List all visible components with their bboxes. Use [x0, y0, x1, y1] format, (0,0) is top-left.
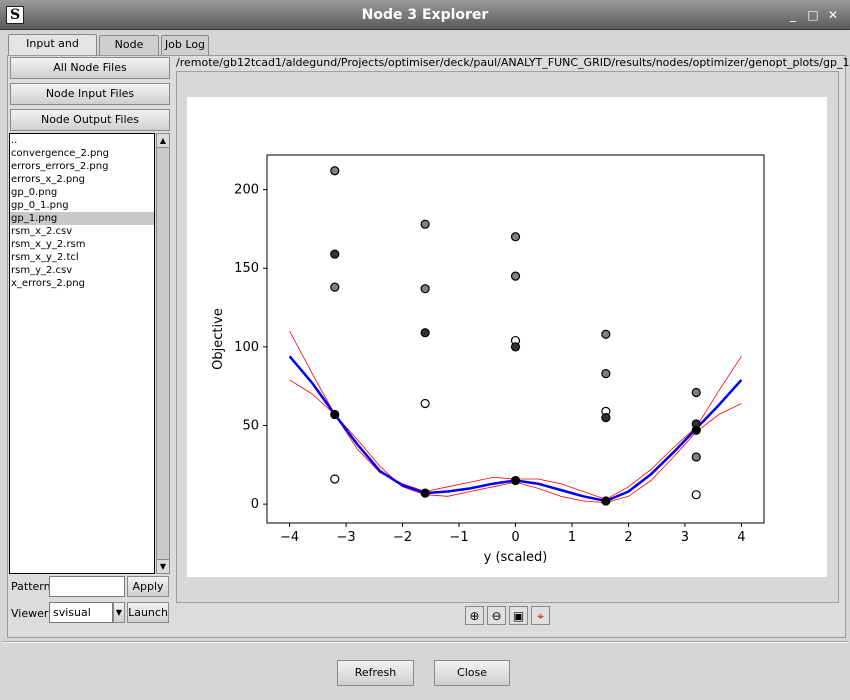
viewer-select[interactable]: svisual: [49, 602, 113, 623]
close-button[interactable]: Close: [434, 660, 510, 686]
window-title: Node 3 Explorer: [361, 7, 489, 23]
y-tick-label: 50: [242, 418, 259, 433]
minimize-icon[interactable]: _: [785, 7, 801, 23]
list-item[interactable]: errors_x_2.png: [10, 173, 154, 186]
zoom-reset-icon[interactable]: ⌖: [531, 606, 550, 625]
all-node-files-button[interactable]: All Node Files: [10, 57, 170, 79]
scroll-down-icon[interactable]: ▼: [157, 559, 169, 573]
tab-input-and-output[interactable]: Input and Output: [8, 34, 97, 68]
data-point: [691, 425, 701, 435]
zoom-out-icon[interactable]: ⊖: [487, 606, 506, 625]
apply-button[interactable]: Apply: [127, 576, 169, 597]
data-point: [330, 474, 340, 484]
data-point: [601, 329, 611, 339]
list-item[interactable]: gp_0.png: [10, 186, 154, 199]
launch-button[interactable]: Launch: [127, 602, 169, 623]
upper-bound-line: [289, 330, 742, 500]
zoom-in-icon[interactable]: ⊕: [465, 606, 484, 625]
data-point: [601, 496, 611, 506]
pattern-input[interactable]: [49, 576, 125, 597]
chevron-down-icon[interactable]: ▼: [113, 602, 125, 623]
data-point: [601, 368, 611, 379]
separator: [2, 641, 848, 643]
list-item[interactable]: x_errors_2.png: [10, 277, 154, 290]
list-item-selected[interactable]: gp_1.png: [10, 212, 154, 225]
x-tick-label: 2: [624, 530, 632, 545]
data-point: [510, 342, 521, 352]
y-tick-label: 0: [251, 497, 259, 512]
data-point: [330, 409, 340, 420]
chart: −4 −3 −2 −1 0 1 2 3 4 0 50 100 150 200 y (scaled) Objec…: [211, 154, 765, 565]
node-input-files-button[interactable]: Node Input Files: [10, 83, 170, 105]
data-point: [420, 328, 430, 338]
refresh-button[interactable]: Refresh: [337, 660, 414, 686]
y-axis-label: Objective: [211, 308, 226, 370]
list-item[interactable]: convergence_2.png: [10, 147, 154, 160]
file-list-scrollbar[interactable]: ▲ ▼: [156, 133, 170, 574]
data-point: [330, 249, 340, 259]
data-point: [330, 282, 340, 292]
data-point: [691, 490, 701, 500]
list-item[interactable]: gp_0_1.png: [10, 199, 154, 212]
x-tick-label: 0: [511, 530, 519, 545]
node-output-files-button[interactable]: Node Output Files: [10, 109, 170, 131]
viewer-label: Viewer: [11, 607, 49, 620]
x-tick-label: 4: [737, 530, 745, 545]
close-icon[interactable]: ✕: [825, 7, 841, 23]
file-path-label: /remote/gb12tcad1/aldegund/Projects/opti…: [176, 56, 850, 69]
data-point: [420, 488, 430, 498]
data-point: [510, 232, 521, 242]
x-tick-label: −3: [336, 530, 355, 545]
x-tick-label: 3: [681, 530, 689, 545]
tab-job-log[interactable]: Job Log: [161, 35, 209, 55]
data-point: [601, 413, 611, 423]
plot-image: −4 −3 −2 −1 0 1 2 3 4 0 50 100 150 200 y (scaled) Objec…: [187, 97, 827, 577]
data-point: [420, 398, 430, 409]
list-item[interactable]: rsm_x_y_2.rsm: [10, 238, 154, 251]
data-point: [420, 284, 430, 294]
x-axis-label: y (scaled): [484, 550, 548, 565]
y-tick-label: 200: [234, 183, 259, 198]
data-point: [510, 475, 521, 486]
scroll-up-icon[interactable]: ▲: [157, 134, 169, 148]
list-item[interactable]: rsm_y_2.csv: [10, 264, 154, 277]
list-item[interactable]: ..: [10, 134, 154, 147]
list-item[interactable]: rsm_x_2.csv: [10, 225, 154, 238]
data-point: [691, 387, 701, 398]
x-tick-label: −1: [449, 530, 468, 545]
data-point: [420, 219, 430, 229]
maximize-icon[interactable]: □: [805, 7, 821, 23]
list-item[interactable]: errors_errors_2.png: [10, 160, 154, 173]
data-point: [510, 271, 521, 281]
y-tick-label: 150: [234, 261, 259, 276]
zoom-box-icon[interactable]: ▣: [509, 606, 528, 625]
x-tick-label: 1: [568, 530, 576, 545]
file-list[interactable]: .. convergence_2.png errors_errors_2.png…: [9, 133, 155, 574]
x-tick-label: −4: [280, 530, 299, 545]
tab-node-data[interactable]: Node Data: [99, 35, 159, 69]
list-item[interactable]: rsm_x_y_2.tcl: [10, 251, 154, 264]
x-tick-label: −2: [393, 530, 412, 545]
y-tick-label: 100: [234, 340, 259, 355]
pattern-label: Pattern: [11, 580, 51, 593]
data-point: [330, 166, 340, 176]
data-point: [691, 452, 701, 462]
